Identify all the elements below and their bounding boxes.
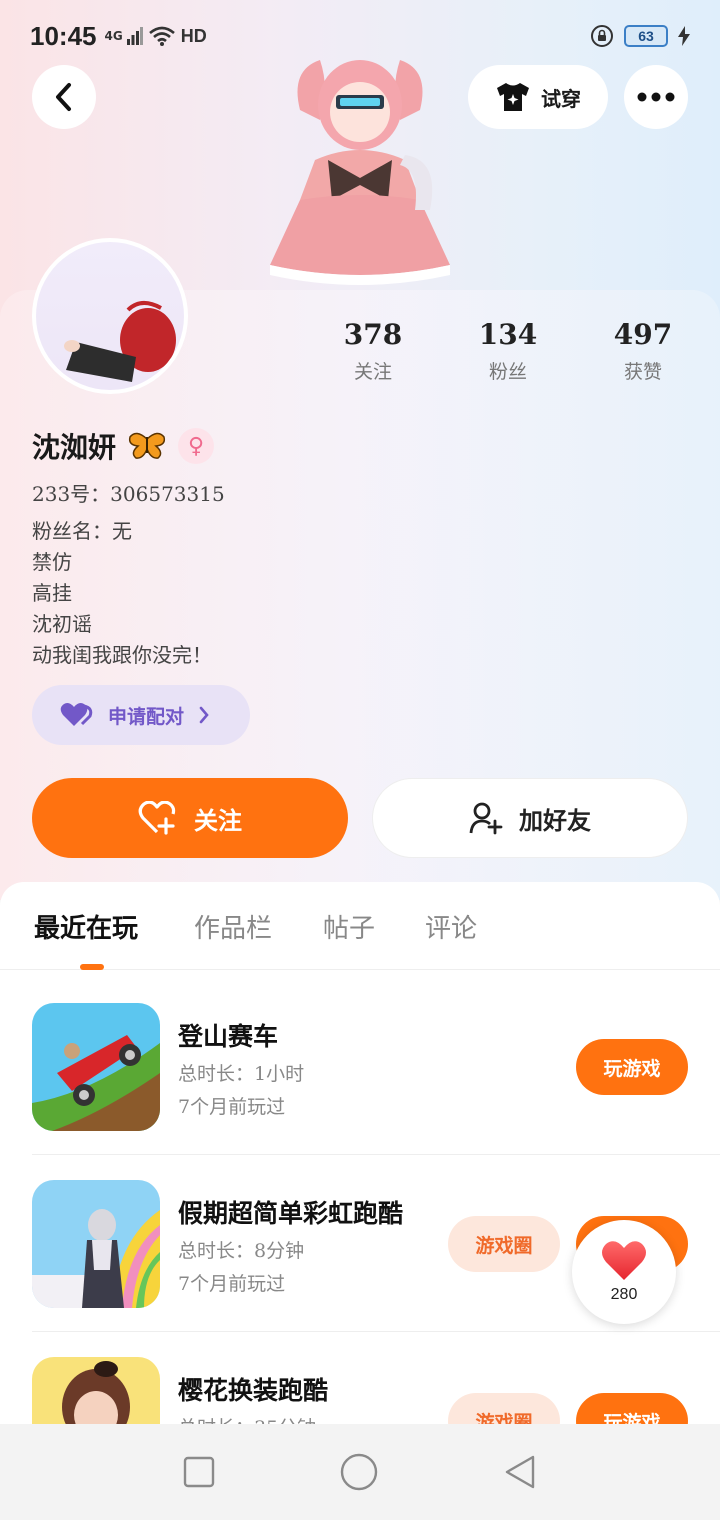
more-dots-icon xyxy=(637,92,675,102)
stat-likes-label: 获赞 xyxy=(623,361,662,383)
play-game-button[interactable]: 玩游戏 xyxy=(576,1039,688,1095)
signal-icon xyxy=(126,27,143,45)
bio-line: 动我闺我跟你没完！ xyxy=(32,643,212,667)
status-time: 10:45 xyxy=(30,20,97,51)
avatar-figure xyxy=(260,50,460,295)
user-id: 233号：306573315 xyxy=(32,482,225,506)
bio-line: 高挂 xyxy=(32,581,72,605)
game-last-played: 7个月前玩过 xyxy=(178,1273,286,1295)
stat-likes-value: 497 xyxy=(613,318,673,351)
game-title: 樱花换装跑酷 xyxy=(178,1376,329,1405)
rotation-lock-icon xyxy=(591,25,613,47)
chevron-left-icon xyxy=(56,83,71,111)
system-nav-bar xyxy=(0,1424,720,1520)
bio-line: 沈初谣 xyxy=(32,612,92,636)
chevron-right-icon xyxy=(199,706,209,724)
heart-plus-icon xyxy=(138,801,176,835)
bio: 粉丝名：无 禁仿 高挂 沈初谣 动我闺我跟你没完！ xyxy=(32,516,212,671)
hd-label: HD xyxy=(180,25,207,46)
request-pair-label: 申请配对 xyxy=(108,705,185,728)
pair-heart-icon xyxy=(60,703,93,726)
stat-followers-label: 粉丝 xyxy=(488,361,527,383)
follow-button[interactable]: 关注 xyxy=(32,778,348,858)
recent-apps-icon[interactable] xyxy=(183,1456,215,1488)
follow-label: 关注 xyxy=(194,806,242,835)
nickname: 沈洳妍 ♀ xyxy=(32,426,215,466)
add-friend-button[interactable]: 加好友 xyxy=(372,778,688,858)
tab-comments[interactable]: 评论 xyxy=(425,908,477,945)
avatar-image xyxy=(64,301,176,382)
add-person-icon xyxy=(469,802,503,835)
wifi-icon xyxy=(148,26,175,46)
network-type: 4G xyxy=(104,29,123,43)
stat-likes[interactable]: 497 获赞 xyxy=(588,318,698,384)
request-pair-button[interactable]: 申请配对 xyxy=(32,685,250,745)
game-icon-hill-climb[interactable] xyxy=(32,1003,160,1131)
nickname-text: 沈洳妍 xyxy=(32,431,117,464)
tab-bar: 最近在玩 作品栏 帖子 评论 xyxy=(0,882,720,970)
game-last-played: 7个月前玩过 xyxy=(178,1096,286,1118)
home-icon[interactable] xyxy=(340,1453,378,1491)
divider xyxy=(32,1331,720,1332)
stat-followers-value: 134 xyxy=(478,318,538,351)
stat-following[interactable]: 378 关注 xyxy=(318,318,428,384)
more-options-button[interactable] xyxy=(624,65,688,129)
bio-line: 禁仿 xyxy=(32,550,72,574)
content-panel: 最近在玩 作品栏 帖子 评论 登山赛车 总时长：1小时 7个月前玩过 玩游戏 假… xyxy=(0,882,720,1485)
bio-line: 粉丝名：无 xyxy=(32,519,132,543)
battery-level: 63 xyxy=(624,25,668,47)
add-friend-label: 加好友 xyxy=(519,806,591,835)
game-icon-rainbow-parkour[interactable] xyxy=(32,1180,160,1308)
heart-icon xyxy=(602,1241,646,1280)
try-on-button[interactable]: 试穿 xyxy=(468,65,608,129)
tshirt-icon xyxy=(497,83,529,111)
divider xyxy=(32,1154,720,1155)
game-title: 登山赛车 xyxy=(178,1022,279,1051)
like-float-button[interactable]: 280 xyxy=(572,1220,676,1324)
tab-recently-played[interactable]: 最近在玩 xyxy=(34,908,138,945)
try-on-label: 试穿 xyxy=(541,86,581,111)
game-circle-button[interactable]: 游戏圈 xyxy=(448,1216,560,1272)
like-count: 280 xyxy=(610,1286,638,1303)
avatar[interactable] xyxy=(32,238,188,394)
tab-works[interactable]: 作品栏 xyxy=(194,908,272,945)
game-duration: 总时长：8分钟 xyxy=(178,1240,305,1262)
game-title: 假期超简单彩虹跑酷 xyxy=(178,1199,404,1228)
tab-indicator xyxy=(80,964,104,970)
stat-followers[interactable]: 134 粉丝 xyxy=(453,318,563,384)
game-duration: 总时长：1小时 xyxy=(178,1063,305,1085)
charging-icon xyxy=(678,26,690,46)
butterfly-icon xyxy=(128,432,166,459)
back-triangle-icon[interactable] xyxy=(503,1454,537,1490)
female-gender-icon: ♀ xyxy=(178,428,215,464)
stat-following-value: 378 xyxy=(343,318,403,351)
stat-following-label: 关注 xyxy=(353,361,392,383)
tab-posts[interactable]: 帖子 xyxy=(323,908,375,945)
back-button[interactable] xyxy=(32,65,96,129)
game-row[interactable]: 登山赛车 总时长：1小时 7个月前玩过 玩游戏 xyxy=(32,1003,688,1133)
